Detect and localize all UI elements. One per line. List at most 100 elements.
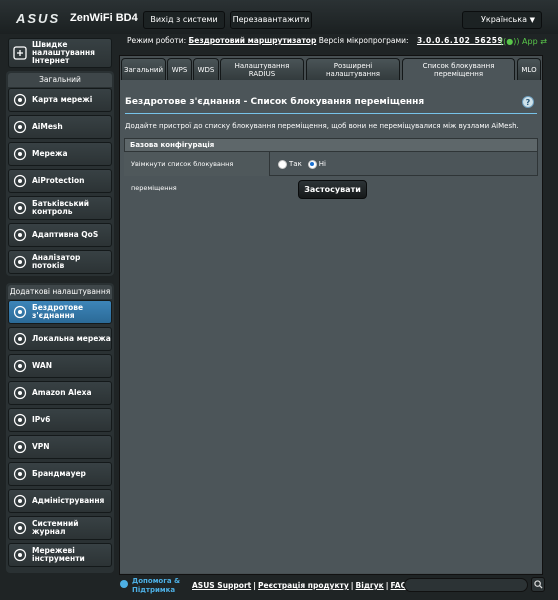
sidebar-item-label: Адміністрування (32, 496, 105, 505)
aimesh-icon (12, 119, 28, 135)
help-support-link[interactable]: Допомога & Підтримка (132, 577, 182, 595)
status-line: Режим роботи: Бездротовий маршрутизатор … (127, 36, 503, 45)
sidebar-item-ipv6[interactable]: IPv6 (8, 408, 112, 432)
sidebar-item-network-map[interactable]: Карта мережі (8, 88, 112, 112)
model-name: ZenWiFi BD4 (70, 12, 138, 24)
sidebar-item-firewall[interactable]: Брандмауер (8, 462, 112, 486)
tab-4[interactable]: Розширені налаштування (306, 58, 400, 80)
search-input[interactable] (404, 578, 528, 592)
radio-no[interactable] (307, 159, 317, 169)
sidebar-general-header: Загальний (8, 73, 112, 87)
sidebar-item-traffic-analyzer[interactable]: Аналізатор потоків (8, 250, 112, 274)
app-indicator[interactable]: ((●)) App ⇄ (500, 37, 547, 46)
mode-link[interactable]: Бездротовий маршрутизатор (189, 36, 317, 45)
sidebar-item-label: Локальна мережа (32, 334, 111, 343)
sidebar-item-label: WAN (32, 361, 53, 370)
sidebar-item-label: Батьківський контроль (32, 199, 90, 216)
page-description: Додайте пристрої до списку блокування пе… (125, 122, 519, 130)
traffic-analyzer-icon (12, 254, 28, 270)
tab-6[interactable]: MLO (517, 58, 541, 80)
link-icon: ⇄ (540, 37, 547, 46)
chevron-down-icon: ▼ (529, 16, 535, 24)
system-log-icon (12, 520, 28, 536)
sidebar-item-label: Брандмауер (32, 469, 86, 478)
sidebar-item-wireless[interactable]: Бездротове з'єднання (8, 300, 112, 324)
mode-label: Режим роботи: (127, 36, 187, 45)
footer-link[interactable]: Відгук (356, 581, 384, 590)
aiprotection-icon (12, 173, 28, 189)
qos-icon (12, 227, 28, 243)
administration-icon (12, 493, 28, 509)
firewall-icon (12, 466, 28, 482)
sidebar-item-label: Amazon Alexa (32, 388, 92, 397)
vpn-icon (12, 439, 28, 455)
search-button[interactable] (531, 577, 545, 592)
sidebar-item-label: Карта мережі (32, 95, 93, 104)
sidebar-item-parental-control[interactable]: Батьківський контроль (8, 196, 112, 220)
sidebar-item-alexa[interactable]: Amazon Alexa (8, 381, 112, 405)
title-divider (125, 113, 537, 114)
row-label: Увімкнути список блокування переміщення (124, 152, 270, 192)
sidebar-item-wan[interactable]: WAN (8, 354, 112, 378)
reboot-button[interactable]: Перезавантажити (230, 11, 312, 29)
sidebar-item-label: AiProtection (32, 176, 85, 185)
sidebar-quick-setup[interactable]: Швидке налаштування Інтернет (8, 38, 112, 68)
apply-button[interactable]: Застосувати (298, 180, 367, 199)
help-question-icon[interactable]: ? (522, 96, 534, 108)
link-separator: | (385, 581, 389, 590)
network-icon (12, 146, 28, 162)
ipv6-icon (12, 412, 28, 428)
sidebar-item-aimesh[interactable]: AiMesh (8, 115, 112, 139)
sidebar-item-label: Мережа (32, 149, 68, 158)
quick-setup-icon (12, 45, 28, 61)
sidebar-item-lan[interactable]: Локальна мережа (8, 327, 112, 351)
sidebar-item-label: Мережеві інструменти (32, 546, 85, 563)
tab-1[interactable]: WPS (167, 58, 192, 80)
asus-logo: ASUS (16, 11, 61, 26)
alexa-icon (12, 385, 28, 401)
sidebar-item-label: Аналізатор потоків (32, 253, 81, 270)
wan-icon (12, 358, 28, 374)
sidebar-item-vpn[interactable]: VPN (8, 435, 112, 459)
sidebar-item-label: AiMesh (32, 122, 63, 131)
link-separator: | (253, 581, 256, 590)
language-value: Українська (481, 15, 527, 24)
wireless-icon (12, 304, 28, 320)
app-label: App (522, 37, 538, 46)
footer-link[interactable]: ASUS Support (192, 581, 251, 590)
sidebar-item-aiprotection[interactable]: AiProtection (8, 169, 112, 193)
sidebar-item-network[interactable]: Мережа (8, 142, 112, 166)
sidebar-item-label: VPN (32, 442, 50, 451)
sidebar-item-system-log[interactable]: Системний журнал (8, 516, 112, 540)
section-header: Базова конфігурація (124, 138, 538, 152)
radio-group: Так Ні (270, 152, 538, 176)
footer-link[interactable]: Реєстрація продукту (258, 581, 349, 590)
search-icon (533, 580, 543, 589)
page-title: Бездротове з'єднання - Список блокування… (125, 97, 425, 107)
footer-links: ASUS Support | Реєстрація продукту | Відгук |… (192, 581, 407, 590)
radio-yes[interactable] (278, 159, 287, 169)
sidebar-item-network-tools[interactable]: Мережеві інструменти (8, 543, 112, 567)
language-select[interactable]: Українська ▼ (462, 11, 542, 29)
network-map-icon (12, 92, 28, 108)
parental-control-icon (12, 200, 28, 216)
firmware-label: Версія мікропрограми: (318, 36, 409, 45)
sidebar-item-qos[interactable]: Адаптивна QoS (8, 223, 112, 247)
link-separator: | (350, 581, 354, 590)
sidebar-item-label: Швидке налаштування Інтернет (32, 40, 95, 65)
logout-button[interactable]: Вихід з системи (143, 11, 225, 29)
tab-5[interactable]: Список блокування переміщення (402, 58, 515, 80)
network-tools-icon (12, 547, 28, 563)
firmware-link[interactable]: 3.0.0.6.102_56259 (417, 36, 503, 45)
radio-no-label[interactable]: Ні (319, 160, 326, 168)
sidebar-item-administration[interactable]: Адміністрування (8, 489, 112, 513)
radio-yes-label[interactable]: Так (289, 160, 302, 168)
sidebar-item-label: Адаптивна QoS (32, 230, 99, 239)
sidebar-advanced-header: Додаткові налаштування (8, 285, 112, 299)
sidebar-item-label: IPv6 (32, 415, 51, 424)
tab-2[interactable]: WDS (193, 58, 219, 80)
tab-0[interactable]: Загальний (121, 58, 166, 80)
help-support-icon (120, 580, 128, 588)
sidebar-item-label: Системний журнал (32, 519, 79, 536)
tab-3[interactable]: Налаштування RADIUS (220, 58, 304, 80)
